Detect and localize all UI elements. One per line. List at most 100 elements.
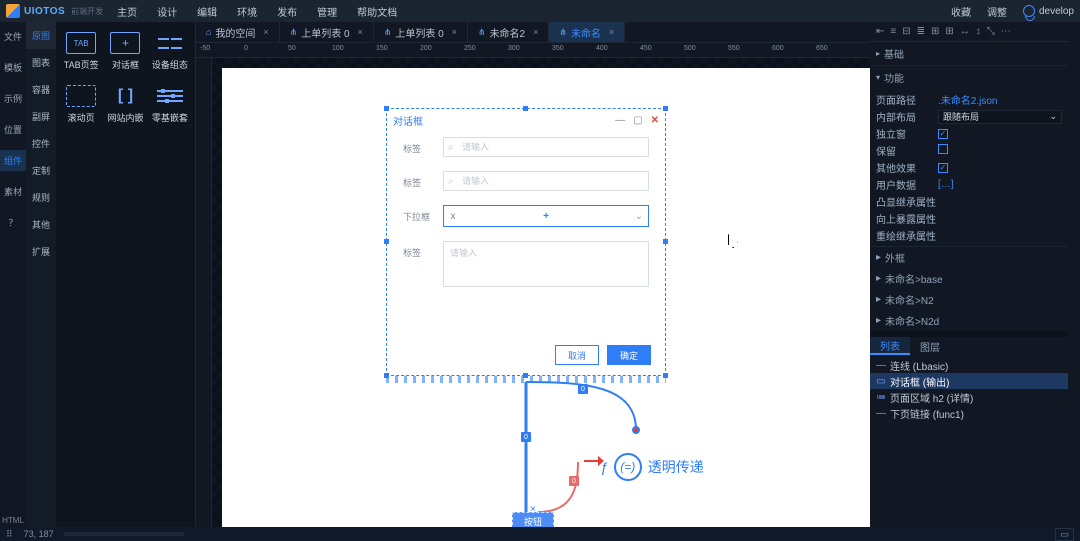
outline-tab-list[interactable]: 列表: [870, 337, 910, 355]
grip-icon[interactable]: ⠿: [6, 529, 14, 540]
outline-item[interactable]: —连线 (Lbasic): [870, 357, 1068, 373]
ptab-7[interactable]: 其他: [26, 211, 56, 238]
ptab-1[interactable]: 图表: [26, 49, 56, 76]
menu-design[interactable]: 设计: [157, 4, 177, 19]
button-node[interactable]: 按钮: [512, 512, 554, 527]
close-icon[interactable]: ×: [452, 27, 457, 37]
align-left-icon[interactable]: ⇤: [876, 26, 884, 37]
align-center-icon[interactable]: ≡: [890, 26, 896, 37]
close-icon[interactable]: ×: [533, 27, 538, 37]
rail-help[interactable]: ？: [0, 212, 26, 233]
page-path-link[interactable]: .未命名2.json: [938, 92, 1062, 107]
inspector-scroll[interactable]: ▸基础 ▾功能 页面路径.未命名2.json 内部布局跟随布局⌄ 独立窗 保留 …: [870, 42, 1068, 527]
section-collapsed[interactable]: ▸外框: [870, 247, 1068, 268]
menu-fav[interactable]: 收藏: [951, 4, 971, 19]
tool-tab[interactable]: TABTAB页签: [62, 28, 100, 75]
menu-adjust[interactable]: 调整: [987, 4, 1007, 19]
tab-0[interactable]: ⌂我的空间×: [196, 22, 280, 42]
menu-home[interactable]: 主页: [117, 4, 137, 19]
fit-icon[interactable]: ⤡: [987, 26, 995, 37]
diagram-wires: [386, 376, 870, 527]
ptab-0[interactable]: 原图: [26, 22, 56, 49]
embed-icon: [ ]: [110, 85, 140, 107]
rail-pos[interactable]: 位置: [0, 119, 26, 140]
zoom-indicator[interactable]: ▭: [1055, 528, 1074, 541]
checkbox[interactable]: [938, 144, 948, 154]
user-menu[interactable]: develop: [1023, 5, 1074, 17]
section-collapsed[interactable]: ▸未命名>base: [870, 268, 1068, 289]
userdata-link[interactable]: […]: [938, 179, 1062, 190]
menu-env[interactable]: 环境: [237, 4, 257, 19]
fx-badge: ƒ (=) 透明传递: [600, 453, 704, 481]
outline-item[interactable]: ≔页面区域 h2 (详情): [870, 389, 1068, 405]
dialog-selection[interactable]: 对话框 — ▢ ✕ 标签 ⌕: [386, 108, 666, 376]
tool-embed[interactable]: [ ]网站内嵌: [106, 81, 144, 128]
checkbox[interactable]: [938, 163, 948, 173]
close-icon[interactable]: ×: [263, 27, 268, 37]
ptab-4[interactable]: 控件: [26, 130, 56, 157]
ptab-2[interactable]: 容器: [26, 76, 56, 103]
ptab-5[interactable]: 定制: [26, 157, 56, 184]
tool-scroll[interactable]: 滚动页: [62, 81, 100, 128]
align-mid-icon[interactable]: ⊞: [931, 26, 939, 37]
tab-2[interactable]: ⋔上单列表 0×: [374, 22, 468, 42]
stage[interactable]: 对话框 — ▢ ✕ 标签 ⌕: [212, 58, 870, 527]
section-collapsed[interactable]: ▸未命名>N2d: [870, 310, 1068, 331]
select-input[interactable]: x + ⌄: [443, 205, 649, 227]
checkbox[interactable]: [938, 129, 948, 139]
menu-publish[interactable]: 发布: [277, 4, 297, 19]
menu-edit[interactable]: 编辑: [197, 4, 217, 19]
rail-template[interactable]: 模板: [0, 57, 26, 78]
ptab-3[interactable]: 副屏: [26, 103, 56, 130]
tool-nest[interactable]: 零基嵌套: [151, 81, 189, 128]
minimize-icon[interactable]: —: [615, 115, 625, 126]
rail-sample[interactable]: 示例: [0, 88, 26, 109]
ok-button[interactable]: 确定: [607, 345, 651, 365]
align-right-icon[interactable]: ⊟: [902, 26, 910, 37]
more-icon[interactable]: ⋯: [1001, 26, 1011, 37]
ruler-horizontal: -50 0 50 100 150 200 250 300 350 400 450…: [196, 42, 870, 58]
chevron-down-icon[interactable]: ⌄: [630, 211, 648, 222]
dist-v-icon[interactable]: ↕: [976, 26, 981, 37]
align-top-icon[interactable]: ≣: [917, 26, 925, 37]
ptab-6[interactable]: 规则: [26, 184, 56, 211]
layout-select[interactable]: 跟随布局⌄: [938, 110, 1062, 124]
maximize-icon[interactable]: ▢: [633, 115, 642, 126]
dist-h-icon[interactable]: ↔: [960, 26, 970, 37]
close-icon[interactable]: ✕: [651, 115, 659, 126]
tab-3[interactable]: ⋔未命名2×: [468, 22, 549, 42]
section-base[interactable]: ▸基础: [870, 42, 1068, 65]
menu-help[interactable]: 帮助文档: [357, 4, 397, 19]
text-input[interactable]: [443, 137, 649, 157]
section-collapsed[interactable]: ▸未命名>N2: [870, 289, 1068, 310]
rail-component[interactable]: 组件: [0, 150, 26, 171]
close-icon[interactable]: ×: [609, 27, 614, 37]
tab-4[interactable]: ⋔未命名×: [549, 22, 625, 42]
rail-file[interactable]: 文件: [0, 26, 26, 47]
link-icon: —: [876, 408, 886, 419]
tree-icon: ⋔: [478, 27, 486, 38]
dialog-component[interactable]: 对话框 — ▢ ✕ 标签 ⌕: [387, 109, 665, 375]
menu-manage[interactable]: 管理: [317, 4, 337, 19]
cancel-button[interactable]: 取消: [555, 345, 599, 365]
select-clear-icon[interactable]: x: [444, 211, 462, 222]
text-input[interactable]: [443, 171, 649, 191]
close-icon[interactable]: ×: [358, 27, 363, 37]
align-bottom-icon[interactable]: ⊞: [945, 26, 953, 37]
dialog-footer: 取消 确定: [387, 339, 665, 375]
plus-icon[interactable]: +: [462, 211, 630, 222]
tab-1[interactable]: ⋔上单列表 0×: [280, 22, 374, 42]
textarea-input[interactable]: [443, 241, 649, 287]
rail-asset[interactable]: 素材: [0, 181, 26, 202]
tool-device[interactable]: 设备组态: [151, 28, 189, 75]
tree-icon: ⌂: [206, 27, 211, 37]
tool-dialog[interactable]: 对话框: [106, 28, 144, 75]
outline-tab-layers[interactable]: 图层: [910, 337, 950, 355]
section-basic[interactable]: ▾功能: [870, 66, 1068, 89]
dialog-header[interactable]: 对话框 — ▢ ✕: [387, 109, 665, 131]
ptab-8[interactable]: 扩展: [26, 238, 56, 265]
outline-item[interactable]: ▭对话框 (输出): [870, 373, 1068, 389]
port-badge: 0: [569, 476, 579, 486]
outline-item[interactable]: —下页链接 (func1): [870, 405, 1068, 421]
nest-icon: [157, 85, 183, 107]
